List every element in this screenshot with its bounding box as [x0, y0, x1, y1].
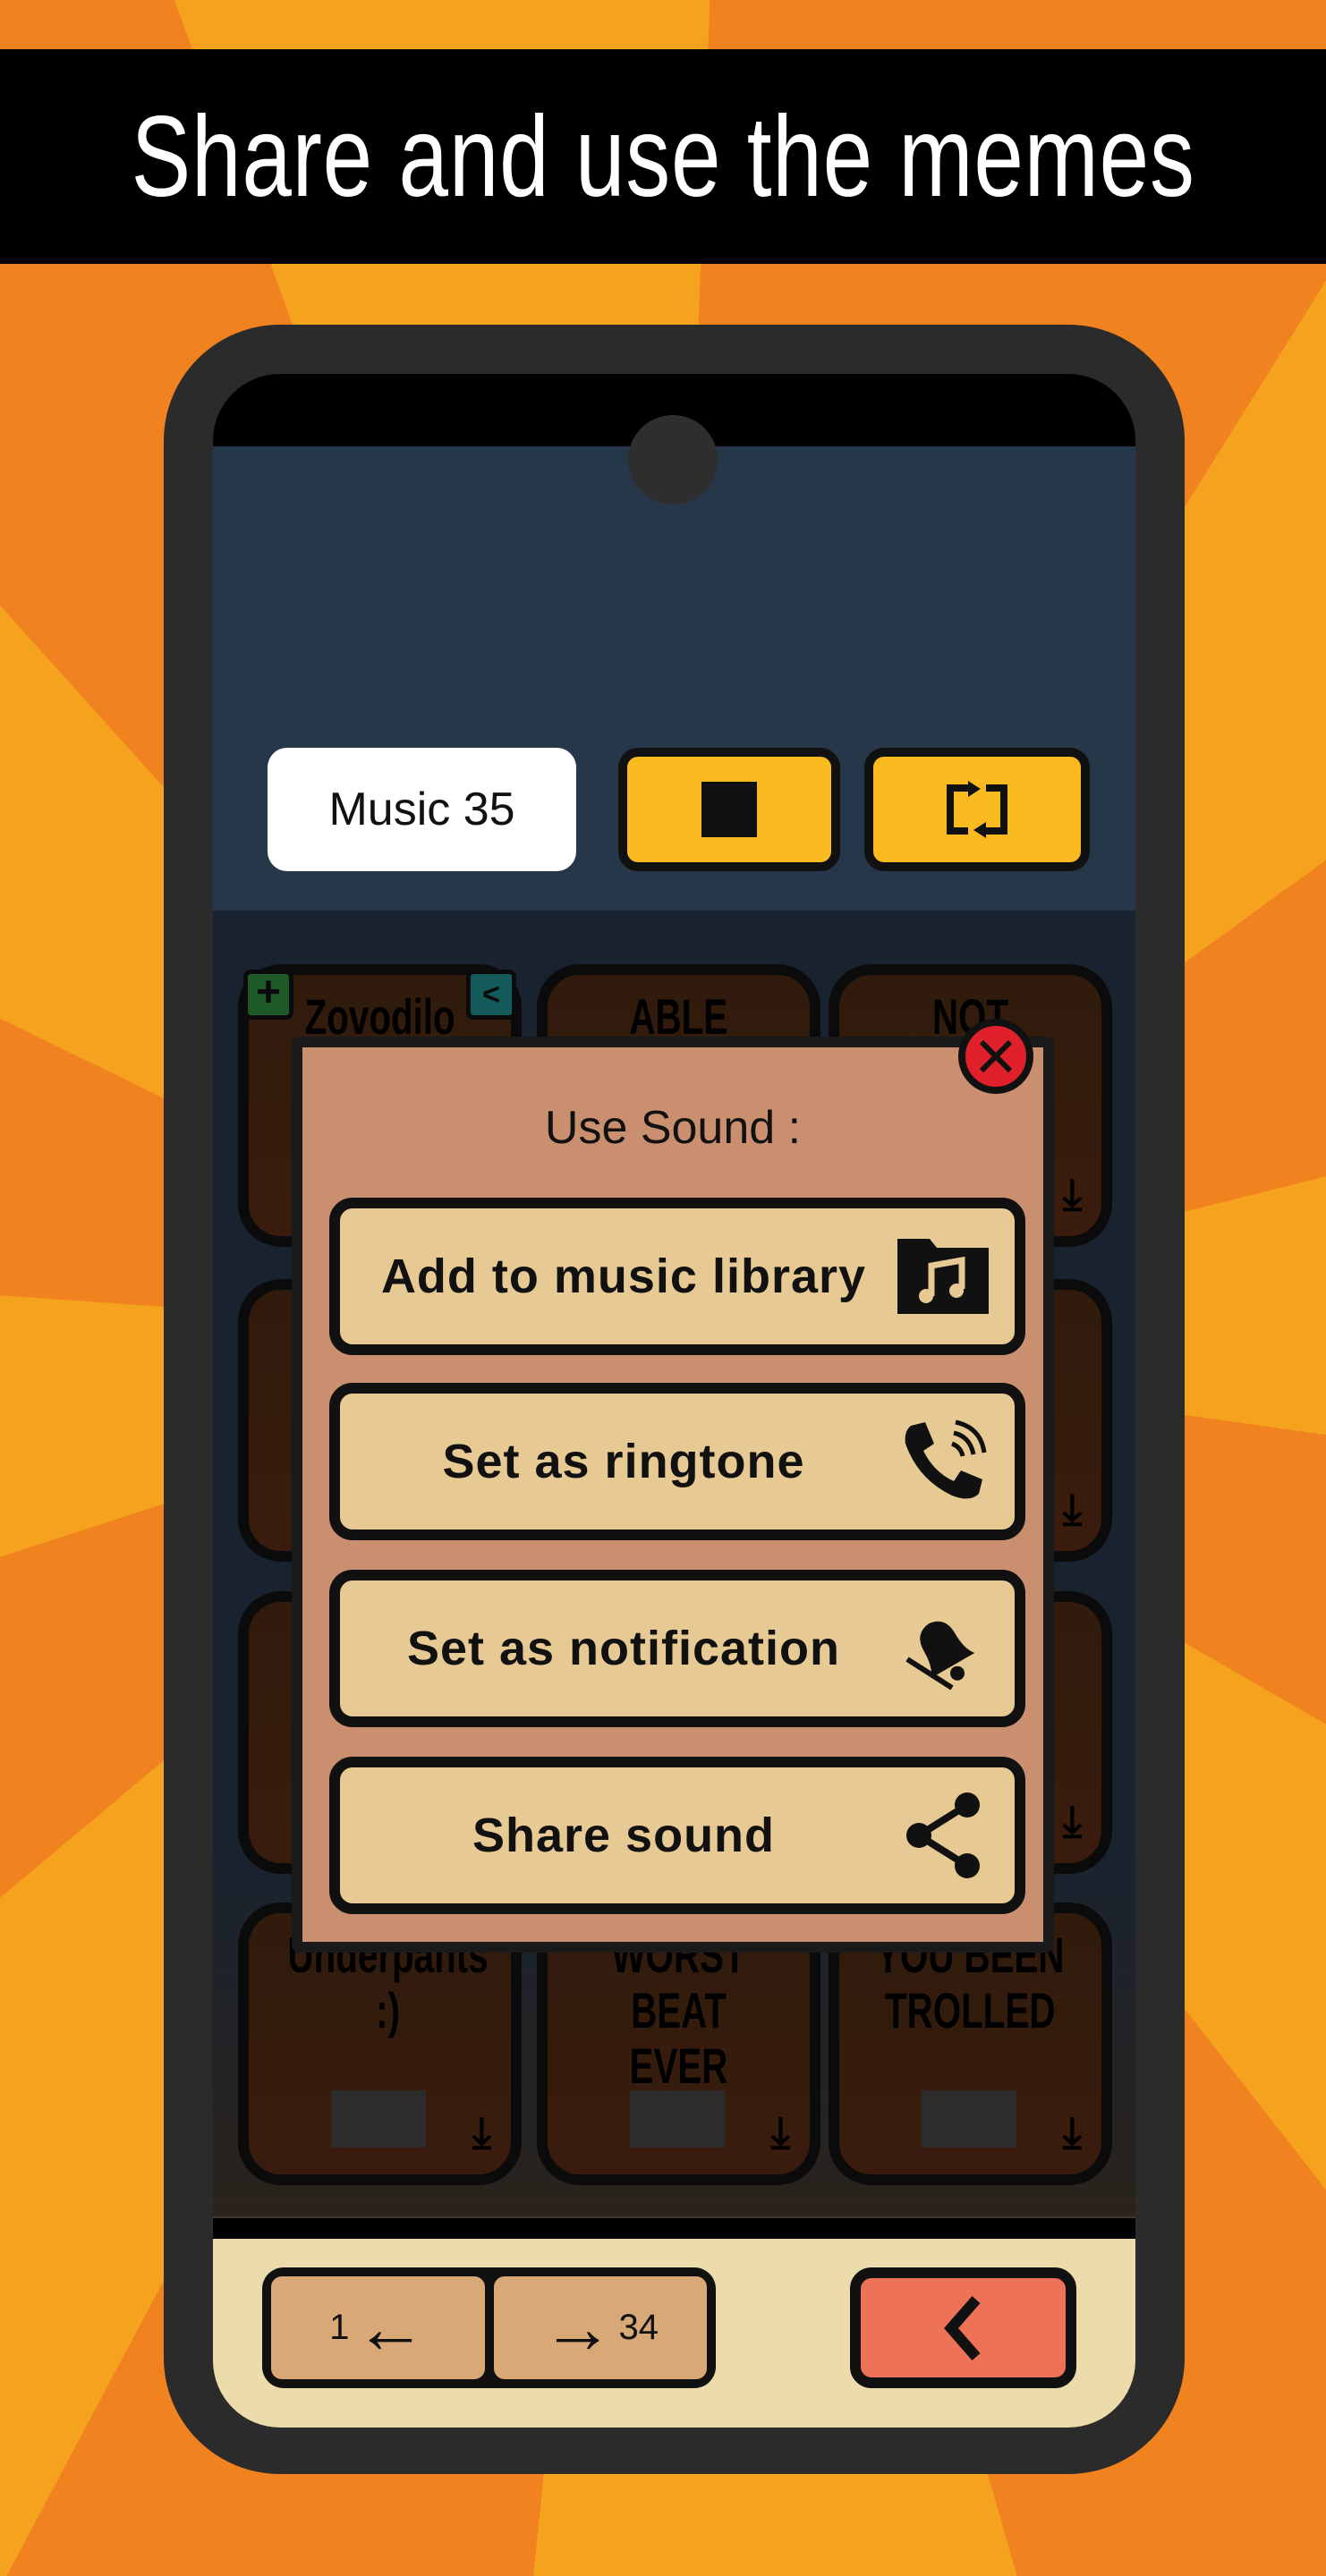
last-page-number: 34 [618, 2308, 659, 2347]
camera-cutout [628, 415, 718, 504]
promo-title: Share and use the memes [131, 92, 1195, 221]
phone-screen: Music 35 Zovodilo⤓+<ABLE⤓NOT FUNNY⤓⤓⤓!⤓E… [213, 374, 1135, 2428]
first-page-button[interactable]: 1 ← [271, 2276, 485, 2379]
pagination: 1 ← → 34 [262, 2267, 716, 2388]
close-icon [979, 1039, 1013, 1073]
use-sound-dialog: Use Sound : Add to music library Set as … [292, 1037, 1054, 1953]
chevron-left-icon [943, 2295, 981, 2360]
stop-icon [701, 782, 757, 837]
set-as-ringtone-button[interactable]: Set as ringtone [329, 1383, 1025, 1540]
divider [213, 2218, 1135, 2239]
add-to-music-library-button[interactable]: Add to music library [329, 1198, 1025, 1355]
back-button[interactable] [850, 2267, 1076, 2388]
arrow-right-icon: → [541, 2287, 614, 2368]
promo-header: Share and use the memes [0, 49, 1326, 264]
phone-ring-icon [889, 1412, 997, 1511]
close-dialog-button[interactable] [958, 1019, 1033, 1094]
repeat-icon [947, 781, 1007, 838]
arrow-left-icon: ← [354, 2287, 427, 2368]
share-icon [889, 1786, 997, 1885]
set-as-notification-button[interactable]: Set as notification [329, 1570, 1025, 1727]
share-sound-button[interactable]: Share sound [329, 1757, 1025, 1914]
dialog-title: Use Sound : [544, 1102, 802, 1154]
bell-icon [889, 1599, 997, 1698]
option-label: Add to music library [380, 1250, 867, 1303]
option-label: Set as ringtone [442, 1435, 805, 1488]
last-page-button[interactable]: → 34 [493, 2276, 707, 2379]
stop-button[interactable] [618, 748, 840, 871]
option-label: Share sound [472, 1809, 776, 1862]
first-page-number: 1 [329, 2308, 350, 2347]
current-track-label: Music 35 [268, 748, 576, 871]
music-folder-icon [889, 1227, 997, 1326]
repeat-button[interactable] [864, 748, 1090, 871]
option-label: Set as notification [406, 1622, 841, 1675]
